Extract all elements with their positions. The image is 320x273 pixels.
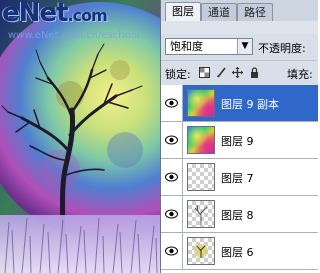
enet-logo: eNet.com [2,0,108,28]
layer-row[interactable]: 图层 8 [161,196,318,233]
lock-label: 锁定: [165,68,191,81]
palette-tabs: 图层 通道 路径 [161,0,318,22]
visibility-toggle[interactable] [161,122,183,158]
lock-position-icon[interactable] [232,67,243,78]
blend-row: 饱和度 ▼ 不透明度: [161,34,318,58]
lock-all-icon[interactable] [249,67,260,78]
lock-image-icon[interactable] [216,67,227,78]
visibility-toggle[interactable] [161,159,183,195]
watermark-url: www.eNet.com.cn/eschool [8,30,140,41]
visibility-toggle[interactable] [161,85,183,121]
fill-label: 填充: [287,68,313,81]
layer-thumbnail [187,126,215,154]
chevron-down-icon: ▼ [237,39,252,54]
document-canvas[interactable]: eNet.com www.eNet.com.cn/eschool [0,0,160,273]
blend-mode-select[interactable]: 饱和度 ▼ [165,38,253,55]
layer-thumbnail [187,237,215,265]
lock-row: 锁定: 填充: [161,60,318,86]
layers-palette: 图层 通道 路径 饱和度 ▼ 不透明度: 锁定: 填充: 图层 9 副本 图层 … [160,0,318,273]
palette-spacer [161,21,318,34]
layer-thumbnail [187,163,215,191]
eye-icon [165,98,178,108]
eye-icon [165,246,178,256]
visibility-toggle[interactable] [161,196,183,232]
layer-row[interactable]: 图层 9 副本 [161,85,318,122]
layer-thumbnail [187,89,215,117]
visibility-toggle[interactable] [161,233,183,269]
layers-list: 图层 9 副本 图层 9 图层 7 图层 8 图层 6 [161,85,318,273]
layer-name: 图层 8 [221,209,254,222]
tab-paths[interactable]: 路径 [237,3,273,21]
lock-transparent-icon[interactable] [199,67,210,78]
tab-channels[interactable]: 通道 [201,3,237,21]
layer-thumbnail [187,200,215,228]
eye-icon [165,172,178,182]
layer-name: 图层 7 [221,172,254,185]
eye-icon [165,209,178,219]
layer-thumbnail-art [194,244,208,258]
tab-layers[interactable]: 图层 [165,2,201,22]
layer-row[interactable]: 图层 6 [161,233,318,270]
layer-name: 图层 6 [221,246,254,259]
opacity-label: 不透明度: [258,42,306,55]
layer-name: 图层 9 [221,135,254,148]
eye-icon [165,135,178,145]
layer-row[interactable]: 图层 9 [161,122,318,159]
blend-mode-value: 饱和度 [170,40,203,53]
layer-row[interactable]: 图层 7 [161,159,318,196]
layer-name: 图层 9 副本 [221,98,279,111]
layer-thumbnail-art [194,204,208,225]
